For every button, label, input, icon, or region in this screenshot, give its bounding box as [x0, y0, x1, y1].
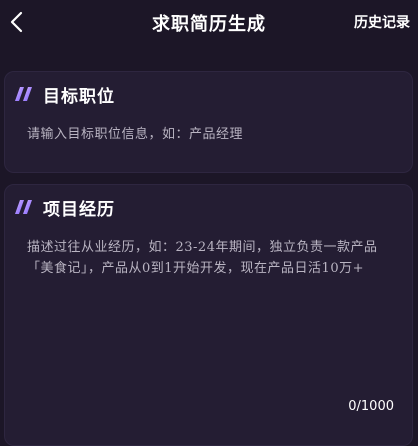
double-slash-icon [15, 199, 35, 215]
top-bar: 求职简历生成 历史记录 [0, 0, 418, 48]
project-experience-title: 项目经历 [43, 199, 115, 220]
target-position-input[interactable]: 请输入目标职位信息，如：产品经理 [27, 124, 396, 145]
target-position-header: 目标职位 [15, 82, 115, 107]
history-button[interactable]: 历史记录 [354, 12, 410, 32]
target-position-title: 目标职位 [43, 86, 115, 107]
target-position-card: 目标职位 请输入目标职位信息，如：产品经理 [4, 71, 413, 173]
character-counter: 0/1000 [348, 399, 394, 414]
project-experience-card: 项目经历 描述过往从业经历，如：23-24年期间，独立负责一款产品「美食记」，产… [4, 184, 413, 446]
project-experience-header: 项目经历 [15, 195, 115, 220]
double-slash-icon [15, 86, 35, 102]
project-experience-input[interactable]: 描述过往从业经历，如：23-24年期间，独立负责一款产品「美食记」，产品从0到1… [27, 237, 396, 387]
